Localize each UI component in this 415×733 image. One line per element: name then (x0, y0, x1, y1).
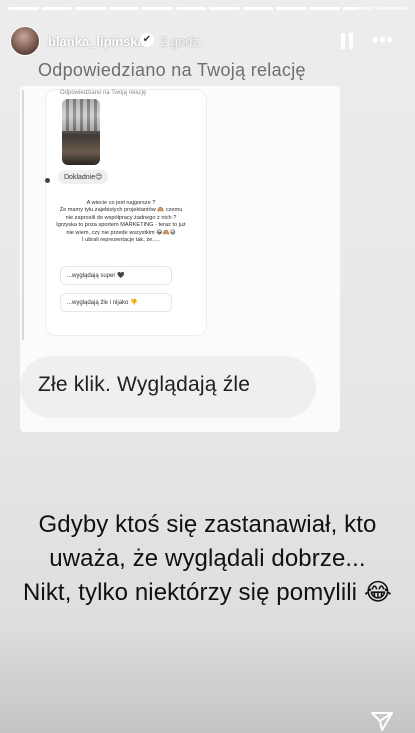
post-time: 2 godz. (160, 34, 203, 49)
embedded-message-text: A wiecie co jest najgorsze ? Że mamy tyl… (50, 200, 192, 244)
progress-segment (276, 7, 307, 10)
verified-badge-icon: ✔ (140, 33, 154, 47)
embedded-message-bubble: Dokladnie😊 (58, 170, 109, 184)
username[interactable]: blanka_lipinska (48, 34, 145, 49)
pause-icon[interactable] (341, 33, 353, 49)
caption-line: uważa, że wyglądali dobrze... (49, 545, 366, 572)
progress-segment (376, 7, 407, 10)
progress-segment (242, 7, 273, 10)
embedded-photo-overlay (62, 99, 100, 131)
story-header: blanka_lipinska ✔ 2 godz. ••• (0, 24, 415, 60)
progress-segment (309, 7, 340, 10)
story-caption: Gdyby ktoś się zastanawiał, kto uważa, ż… (0, 508, 415, 610)
progress-segment (142, 7, 173, 10)
embedded-text-line: Że mamy tylu zajebistych projektantów 🙈 … (59, 207, 183, 214)
reply-label: Odpowiedziano na Twoją relację (38, 60, 306, 80)
caption-line: Gdyby ktoś się zastanawiał, kto (38, 511, 377, 538)
embedded-text-line: nie wiem, czy nie przede wszystkim 😂🙈😅 (66, 229, 176, 236)
more-icon[interactable]: ••• (372, 31, 394, 49)
embedded-header: Odpowiedziano na Twoją relację (60, 90, 147, 96)
progress-segment (209, 7, 240, 10)
divider (22, 90, 24, 340)
send-icon[interactable] (371, 711, 393, 731)
progress-segment (108, 7, 139, 10)
caption-line: Nikt, tylko niektórzy się pomylili 😂 (22, 579, 393, 606)
avatar[interactable] (10, 26, 40, 56)
embedded-text-line: I ubrali reprezentacje tak, że..... (81, 237, 161, 244)
embedded-avatar (45, 178, 50, 183)
embedded-text-line: nie zaprosili do współpracy żadnego z ni… (65, 214, 177, 221)
progress-segment (75, 7, 106, 10)
progress-segment-current (343, 7, 374, 10)
story-progress (8, 7, 407, 10)
progress-segment (175, 7, 206, 10)
progress-segment (41, 7, 72, 10)
poll-option-1: ...wyglądają super 🖤 (60, 266, 172, 285)
story-view[interactable]: blanka_lipinska ✔ 2 godz. ••• Odpowiedzi… (0, 0, 415, 733)
poll-option-2: ...wyglądają źle i nijako 👎 (60, 293, 172, 312)
embedded-text-line: Igrzyska to poza sportem MARKETING - ter… (56, 222, 186, 229)
reply-text: Złe klik. Wyglądają źle (38, 373, 251, 396)
progress-segment (8, 7, 39, 10)
